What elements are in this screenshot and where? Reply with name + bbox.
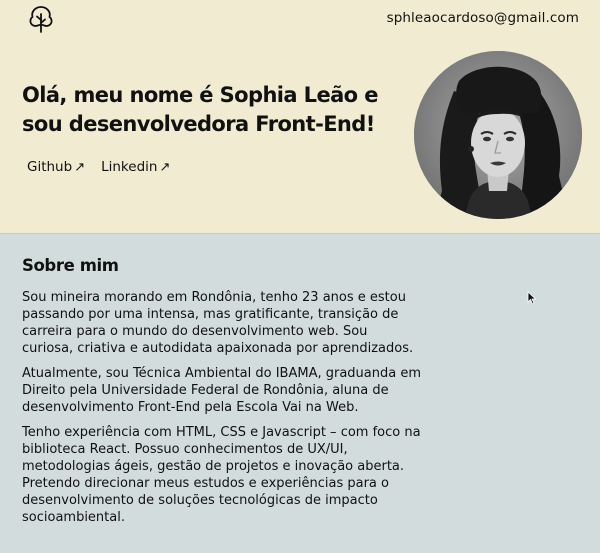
arrow-up-right-icon: ↗ [74, 159, 86, 175]
github-link[interactable]: Github ↗ [27, 159, 85, 175]
profile-photo [414, 51, 582, 219]
email-link[interactable]: sphleaocardoso@gmail.com [387, 10, 579, 26]
social-links: Github ↗ Linkedin ↗ [27, 159, 170, 175]
arrow-up-right-icon: ↗ [159, 159, 171, 175]
mouse-cursor-icon [527, 291, 537, 305]
linkedin-link-label: Linkedin [101, 159, 158, 175]
about-paragraph: Atualmente, sou Técnica Ambiental do IBA… [22, 366, 422, 415]
about-text: Sou mineira morando em Rondônia, tenho 2… [22, 289, 422, 534]
github-link-label: Github [27, 159, 73, 175]
page-title: Olá, meu nome é Sophia Leão e sou desenv… [22, 83, 378, 136]
tree-icon[interactable] [26, 4, 56, 34]
about-section: Sobre mim Sou mineira morando em Rondôni… [0, 233, 600, 553]
about-paragraph: Sou mineira morando em Rondônia, tenho 2… [22, 290, 414, 356]
hero-section: sphleaocardoso@gmail.com Olá, meu nome é… [0, 0, 600, 233]
about-title: Sobre mim [22, 256, 119, 275]
linkedin-link[interactable]: Linkedin ↗ [101, 159, 170, 175]
about-paragraph: Tenho experiência com HTML, CSS e Javasc… [22, 425, 421, 525]
